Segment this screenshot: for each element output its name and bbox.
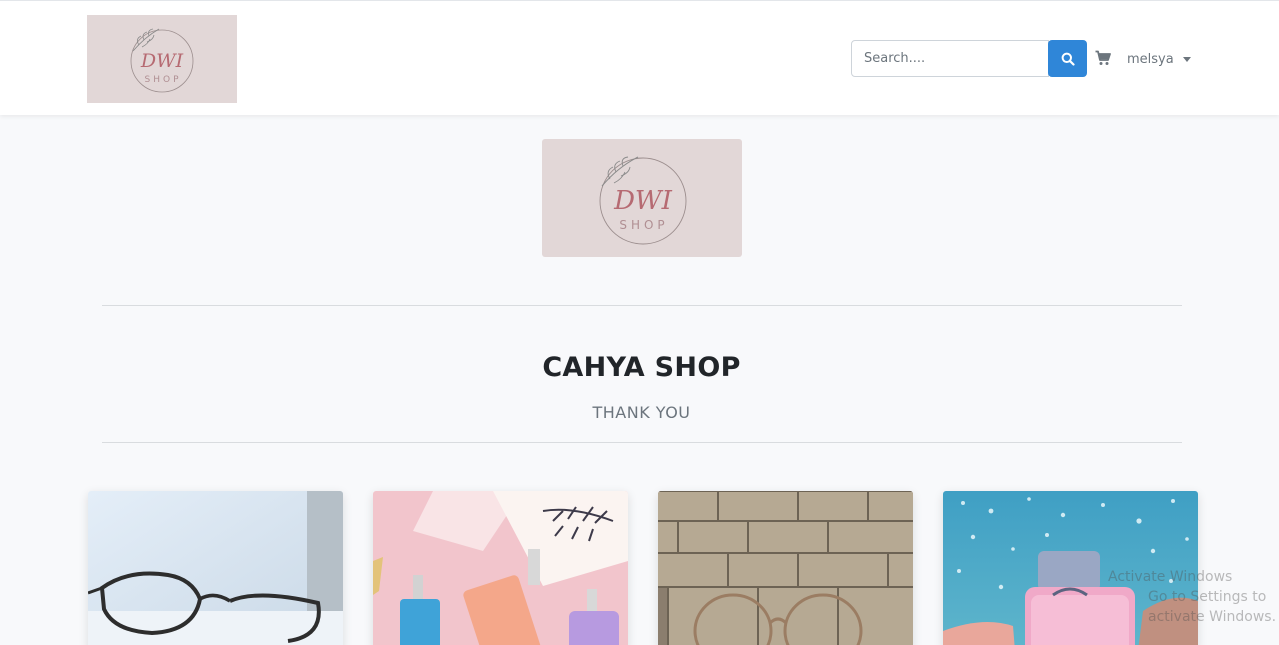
dwi-shop-logo-image: DWI SHOP [130, 28, 194, 93]
caret-down-icon [1182, 57, 1191, 62]
eyeglasses-photo [88, 491, 343, 645]
search-input[interactable] [851, 40, 1049, 77]
svg-text:SHOP: SHOP [619, 218, 668, 232]
user-name: melsya [1127, 51, 1174, 67]
product-card[interactable] [658, 491, 913, 645]
dwi-shop-logo-image: DWI SHOP [599, 156, 687, 245]
hero-logo: DWI SHOP [542, 139, 742, 257]
eyeglasses-on-stone-wall-photo [658, 491, 913, 645]
divider-top [102, 305, 1182, 306]
navbar: DWI SHOP melsya [0, 0, 1279, 115]
page-title: CAHYA SHOP [542, 352, 741, 383]
product-card[interactable] [373, 491, 628, 645]
perfume-bottles-photo [373, 491, 628, 645]
svg-text:SHOP: SHOP [145, 75, 182, 85]
watermark-line-2: Go to Settings to activate Windows. [1148, 589, 1277, 625]
cart-icon [1095, 50, 1111, 65]
page-subtitle: THANK YOU [592, 403, 691, 422]
product-card[interactable] [88, 491, 343, 645]
user-menu-dropdown[interactable]: melsya [1127, 50, 1191, 68]
search-button[interactable] [1048, 40, 1087, 77]
cart-button[interactable] [1095, 50, 1113, 68]
search-icon [1061, 52, 1075, 66]
brand-logo[interactable]: DWI SHOP [87, 15, 237, 103]
windows-activation-watermark: Activate Windows Go to Settings to activ… [1108, 567, 1279, 627]
watermark-line-1: Activate Windows [1108, 569, 1233, 585]
divider-bottom [102, 442, 1182, 443]
svg-text:DWI: DWI [140, 50, 184, 72]
svg-text:DWI: DWI [613, 186, 673, 216]
